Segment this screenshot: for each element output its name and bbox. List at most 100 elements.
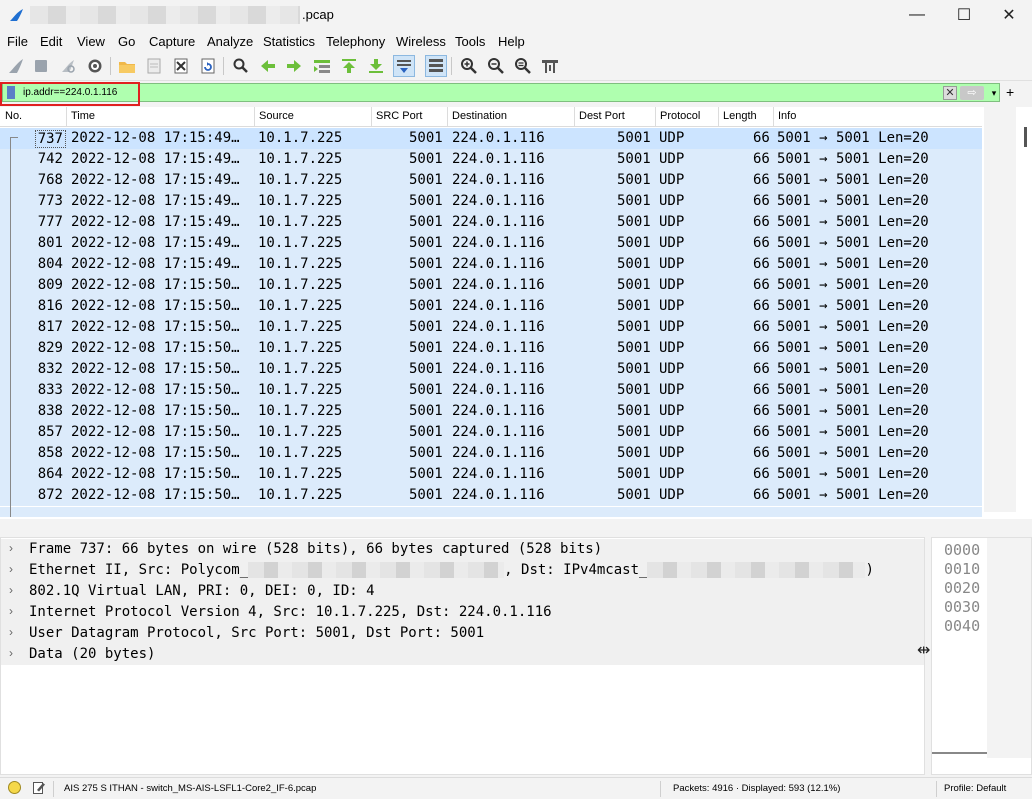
- display-filter-input[interactable]: ip.addr==224.0.1.116 ✕ ⇨ ▾: [2, 83, 1000, 102]
- menu-help[interactable]: Help: [498, 34, 525, 49]
- table-row[interactable]: 858 2022-12-08 17:15:50… 10.1.7.225 5001 224…: [0, 443, 982, 464]
- table-row[interactable]: 872 2022-12-08 17:15:50… 10.1.7.225 5001 224…: [0, 485, 982, 506]
- expand-chevron-icon[interactable]: ›: [9, 604, 13, 618]
- expand-chevron-icon[interactable]: ›: [9, 562, 13, 576]
- table-row[interactable]: 832 2022-12-08 17:15:50… 10.1.7.225 5001 224…: [0, 359, 982, 380]
- column-header-source[interactable]: Source: [259, 110, 294, 129]
- detail-ipv4[interactable]: › Internet Protocol Version 4, Src: 10.1…: [1, 602, 924, 623]
- detail-ethernet[interactable]: › Ethernet II, Src: Polycom_, Dst: IPv4m…: [1, 560, 924, 581]
- menu-edit[interactable]: Edit: [40, 34, 62, 49]
- packet-bytes-pane[interactable]: 000001 001008 002007 00307f 004000: [931, 537, 1032, 775]
- reload-file-icon[interactable]: [197, 55, 219, 77]
- table-row[interactable]: 817 2022-12-08 17:15:50… 10.1.7.225 5001 224…: [0, 317, 982, 338]
- capture-comment-edit-icon[interactable]: [33, 781, 45, 794]
- normal-size-icon[interactable]: [512, 55, 534, 77]
- close-button[interactable]: ✕: [986, 0, 1032, 30]
- save-file-icon[interactable]: [143, 55, 165, 77]
- stop-capture-icon[interactable]: [30, 55, 52, 77]
- menu-view[interactable]: View: [77, 34, 105, 49]
- column-header-info[interactable]: Info: [778, 110, 796, 129]
- capture-options-gear-icon[interactable]: [84, 55, 106, 77]
- packet-length: 66: [753, 424, 770, 440]
- table-row[interactable]: 816 2022-12-08 17:15:50… 10.1.7.225 5001 224…: [0, 296, 982, 317]
- column-header-protocol[interactable]: Protocol: [660, 110, 700, 129]
- table-row[interactable]: 838 2022-12-08 17:15:50… 10.1.7.225 5001 224…: [0, 401, 982, 422]
- display-filter-bar: ip.addr==224.0.1.116 ✕ ⇨ ▾ +: [0, 82, 1032, 106]
- expand-chevron-icon[interactable]: ›: [9, 541, 13, 555]
- table-row[interactable]: 833 2022-12-08 17:15:50… 10.1.7.225 5001 224…: [0, 380, 982, 401]
- detail-vlan[interactable]: › 802.1Q Virtual LAN, PRI: 0, DEI: 0, ID…: [1, 581, 924, 602]
- go-back-arrow-icon[interactable]: [257, 55, 279, 77]
- status-profile[interactable]: Profile: Default: [944, 783, 1006, 794]
- column-header-length[interactable]: Length: [723, 110, 757, 129]
- table-row[interactable]: 864 2022-12-08 17:15:50… 10.1.7.225 5001 224…: [0, 464, 982, 485]
- table-row[interactable]: 804 2022-12-08 17:15:49… 10.1.7.225 5001 224…: [0, 254, 982, 275]
- minimize-button[interactable]: —: [894, 0, 940, 30]
- menu-go[interactable]: Go: [118, 34, 135, 49]
- packet-number: 816: [37, 298, 63, 314]
- expand-chevron-icon[interactable]: ›: [9, 646, 13, 660]
- packet-list-vertical-scrollbar[interactable]: [984, 107, 1016, 512]
- go-forward-arrow-icon[interactable]: [283, 55, 305, 77]
- table-row[interactable]: 801 2022-12-08 17:15:49… 10.1.7.225 5001 224…: [0, 233, 982, 254]
- menu-file[interactable]: File: [7, 34, 28, 49]
- table-row[interactable]: 829 2022-12-08 17:15:50… 10.1.7.225 5001 224…: [0, 338, 982, 359]
- apply-filter-arrow-icon[interactable]: ⇨: [960, 86, 984, 100]
- table-row[interactable]: 742 2022-12-08 17:15:49… 10.1.7.225 5001 224…: [0, 149, 982, 170]
- column-header-src-port[interactable]: SRC Port: [376, 110, 422, 129]
- table-row[interactable]: 768 2022-12-08 17:15:49… 10.1.7.225 5001 224…: [0, 170, 982, 191]
- clear-filter-icon[interactable]: ✕: [943, 86, 957, 100]
- column-header-no[interactable]: No.: [5, 110, 22, 129]
- packet-time: 2022-12-08 17:15:49…: [71, 256, 240, 272]
- add-filter-button-plus-icon[interactable]: +: [1006, 84, 1014, 100]
- colorize-packet-list-icon[interactable]: [425, 55, 447, 77]
- detail-frame[interactable]: › Frame 737: 66 bytes on wire (528 bits)…: [1, 539, 924, 560]
- column-header-dest-port[interactable]: Dest Port: [579, 110, 625, 129]
- menu-capture[interactable]: Capture: [149, 34, 195, 49]
- packet-info: 5001 → 5001 Len=20: [777, 403, 929, 419]
- bytes-horizontal-scrollbar[interactable]: [932, 752, 987, 754]
- open-folder-icon[interactable]: [116, 55, 138, 77]
- start-capture-icon[interactable]: [5, 55, 27, 77]
- column-header-destination[interactable]: Destination: [452, 110, 507, 129]
- restart-capture-icon[interactable]: [57, 55, 79, 77]
- menu-telephony[interactable]: Telephony: [326, 34, 385, 49]
- expand-chevron-icon[interactable]: ›: [9, 583, 13, 597]
- auto-scroll-icon[interactable]: [393, 55, 415, 77]
- menu-wireless[interactable]: Wireless: [396, 34, 446, 49]
- close-file-icon[interactable]: [170, 55, 192, 77]
- table-row[interactable]: 857 2022-12-08 17:15:50… 10.1.7.225 5001 224…: [0, 422, 982, 443]
- detail-udp[interactable]: › User Datagram Protocol, Src Port: 5001…: [1, 623, 924, 644]
- go-to-packet-icon[interactable]: [311, 55, 333, 77]
- menu-tools[interactable]: Tools: [455, 34, 485, 49]
- resize-columns-icon[interactable]: [539, 55, 561, 77]
- bytes-vertical-scrollbar[interactable]: [987, 538, 1031, 758]
- packet-source: 10.1.7.225: [258, 151, 343, 167]
- maximize-button[interactable]: ☐: [941, 0, 987, 30]
- column-header-time[interactable]: Time: [71, 110, 95, 129]
- packet-src-port: 5001: [409, 403, 443, 419]
- go-last-packet-icon[interactable]: [365, 55, 387, 77]
- table-row[interactable]: 773 2022-12-08 17:15:49… 10.1.7.225 5001 224…: [0, 191, 982, 212]
- zoom-out-icon[interactable]: [485, 55, 507, 77]
- splitter-resize-cursor-icon[interactable]: ⇹: [917, 640, 930, 660]
- packet-time: 2022-12-08 17:15:49…: [71, 172, 240, 188]
- menu-analyze[interactable]: Analyze: [207, 34, 253, 49]
- expert-info-indicator-icon[interactable]: [8, 781, 21, 794]
- expand-chevron-icon[interactable]: ›: [9, 625, 13, 639]
- packet-time: 2022-12-08 17:15:50…: [71, 487, 240, 503]
- packet-time: 2022-12-08 17:15:50…: [71, 277, 240, 293]
- packet-list-pane[interactable]: No. Time Source SRC Port Destination Des…: [0, 107, 1032, 519]
- go-first-packet-icon[interactable]: [338, 55, 360, 77]
- packet-details-pane[interactable]: › Frame 737: 66 bytes on wire (528 bits)…: [0, 537, 925, 775]
- filter-history-chevron-down-icon[interactable]: ▾: [987, 86, 1001, 100]
- table-row[interactable]: 777 2022-12-08 17:15:49… 10.1.7.225 5001 224…: [0, 212, 982, 233]
- table-row[interactable]: 809 2022-12-08 17:15:50… 10.1.7.225 5001 224…: [0, 275, 982, 296]
- detail-data[interactable]: › Data (20 bytes): [1, 644, 924, 665]
- zoom-in-icon[interactable]: [458, 55, 480, 77]
- menu-statistics[interactable]: Statistics: [263, 34, 315, 49]
- scrollbar-thumb[interactable]: [1024, 127, 1027, 147]
- packet-source: 10.1.7.225: [258, 277, 343, 293]
- packet-row-selected[interactable]: 737 2022-12-08 17:15:49… 10.1.7.225 5001 224…: [0, 128, 982, 149]
- find-packet-search-icon[interactable]: [230, 55, 252, 77]
